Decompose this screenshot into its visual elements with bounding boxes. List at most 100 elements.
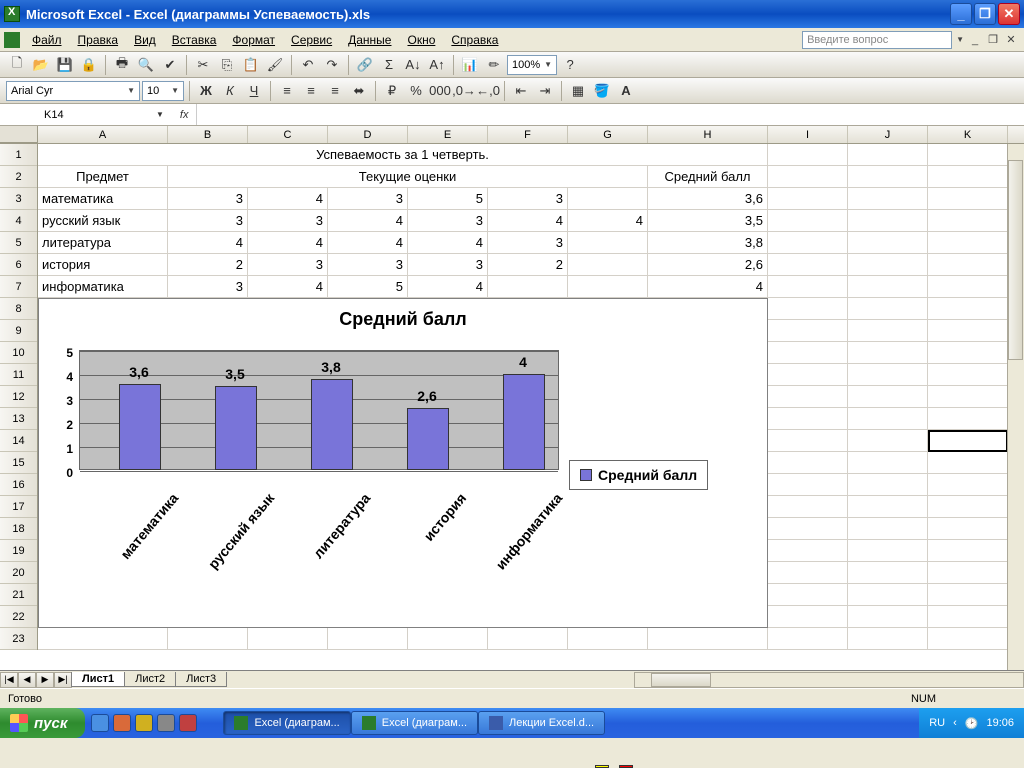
cell-D3[interactable]: 3 xyxy=(328,188,408,210)
help-icon[interactable]: ? xyxy=(559,54,581,76)
column-header-K[interactable]: K xyxy=(928,126,1008,143)
row-header-15[interactable]: 15 xyxy=(0,452,37,474)
undo-icon[interactable]: ↶ xyxy=(297,54,319,76)
menu-format[interactable]: Формат xyxy=(224,31,283,49)
cell-G4[interactable]: 4 xyxy=(568,210,648,232)
doc-minimize-button[interactable]: _ xyxy=(968,33,982,47)
cell-F5[interactable]: 3 xyxy=(488,232,568,254)
copy-icon[interactable]: ⎘ xyxy=(216,54,238,76)
cell-I12[interactable] xyxy=(768,386,848,408)
cell-J11[interactable] xyxy=(848,364,928,386)
row-header-6[interactable]: 6 xyxy=(0,254,37,276)
cell-H2[interactable]: Средний балл xyxy=(648,166,768,188)
cell-J2[interactable] xyxy=(848,166,928,188)
chart-wizard-icon[interactable]: 📊 xyxy=(459,54,481,76)
cell-I22[interactable] xyxy=(768,606,848,628)
cell-B2[interactable]: Текущие оценки xyxy=(168,166,648,188)
quick-launch-icon[interactable] xyxy=(91,714,109,732)
borders-icon[interactable]: ▦ xyxy=(567,80,589,102)
cell-I5[interactable] xyxy=(768,232,848,254)
increase-decimal-icon[interactable]: ,0→ xyxy=(453,80,475,102)
menu-edit[interactable]: Правка xyxy=(70,31,127,49)
formula-input[interactable] xyxy=(196,104,1024,125)
cell-K1[interactable] xyxy=(928,144,1008,166)
column-header-A[interactable]: A xyxy=(38,126,168,143)
taskbar-app-1[interactable]: Excel (диаграм... xyxy=(223,711,350,735)
horizontal-scrollbar[interactable] xyxy=(634,672,1024,688)
cell-F7[interactable] xyxy=(488,276,568,298)
cell-J7[interactable] xyxy=(848,276,928,298)
cell-A1[interactable]: Успеваемость за 1 четверть. xyxy=(38,144,768,166)
start-button[interactable]: пуск xyxy=(0,708,85,738)
menu-file[interactable]: Файл xyxy=(24,31,70,49)
cell-I4[interactable] xyxy=(768,210,848,232)
tab-nav-prev-icon[interactable]: ◀ xyxy=(18,672,36,688)
paste-icon[interactable]: 📋 xyxy=(240,54,262,76)
cell-K5[interactable] xyxy=(928,232,1008,254)
cell-D7[interactable]: 5 xyxy=(328,276,408,298)
redo-icon[interactable]: ↷ xyxy=(321,54,343,76)
cell-J4[interactable] xyxy=(848,210,928,232)
tab-nav-first-icon[interactable]: |◀ xyxy=(0,672,18,688)
cell-K21[interactable] xyxy=(928,584,1008,606)
cell-J9[interactable] xyxy=(848,320,928,342)
column-header-J[interactable]: J xyxy=(848,126,928,143)
italic-button[interactable]: К xyxy=(219,80,241,102)
cell-J18[interactable] xyxy=(848,518,928,540)
increase-indent-icon[interactable]: ⇥ xyxy=(534,80,556,102)
menu-tools[interactable]: Сервис xyxy=(283,31,340,49)
zoom-combo[interactable]: 100%▼ xyxy=(507,55,557,75)
column-header-E[interactable]: E xyxy=(408,126,488,143)
cell-G7[interactable] xyxy=(568,276,648,298)
cell-I10[interactable] xyxy=(768,342,848,364)
row-header-14[interactable]: 14 xyxy=(0,430,37,452)
cell-K6[interactable] xyxy=(928,254,1008,276)
column-header-I[interactable]: I xyxy=(768,126,848,143)
cell-H4[interactable]: 3,5 xyxy=(648,210,768,232)
cell-J10[interactable] xyxy=(848,342,928,364)
cell-I11[interactable] xyxy=(768,364,848,386)
cell-G23[interactable] xyxy=(568,628,648,650)
print-icon[interactable]: 🖶 xyxy=(111,54,133,76)
row-header-20[interactable]: 20 xyxy=(0,562,37,584)
cell-B4[interactable]: 3 xyxy=(168,210,248,232)
cell-I15[interactable] xyxy=(768,452,848,474)
tray-chevron-icon[interactable]: ‹ xyxy=(953,717,957,729)
cell-F6[interactable]: 2 xyxy=(488,254,568,276)
cell-C6[interactable]: 3 xyxy=(248,254,328,276)
column-header-H[interactable]: H xyxy=(648,126,768,143)
close-button[interactable]: ✕ xyxy=(998,3,1020,25)
open-icon[interactable]: 📂 xyxy=(30,54,52,76)
ask-dropdown-icon[interactable]: ▼ xyxy=(956,35,964,44)
cell-K11[interactable] xyxy=(928,364,1008,386)
font-combo[interactable]: Arial Cyr▼ xyxy=(6,81,140,101)
cell-E6[interactable]: 3 xyxy=(408,254,488,276)
cell-I2[interactable] xyxy=(768,166,848,188)
cell-K3[interactable] xyxy=(928,188,1008,210)
new-icon[interactable]: 🗋 xyxy=(6,54,28,76)
cell-I6[interactable] xyxy=(768,254,848,276)
taskbar-app-3[interactable]: Лекции Excel.d... xyxy=(478,711,605,735)
fx-icon[interactable]: fx xyxy=(172,109,197,121)
bold-button[interactable]: Ж xyxy=(195,80,217,102)
underline-button[interactable]: Ч xyxy=(243,80,265,102)
cell-K9[interactable] xyxy=(928,320,1008,342)
quick-launch-icon[interactable] xyxy=(135,714,153,732)
row-header-12[interactable]: 12 xyxy=(0,386,37,408)
cell-J22[interactable] xyxy=(848,606,928,628)
comma-icon[interactable]: 000 xyxy=(429,80,451,102)
column-header-D[interactable]: D xyxy=(328,126,408,143)
cell-I7[interactable] xyxy=(768,276,848,298)
cell-J5[interactable] xyxy=(848,232,928,254)
cell-A2[interactable]: Предмет xyxy=(38,166,168,188)
cell-K20[interactable] xyxy=(928,562,1008,584)
cell-J21[interactable] xyxy=(848,584,928,606)
cell-K17[interactable] xyxy=(928,496,1008,518)
cell-K18[interactable] xyxy=(928,518,1008,540)
cell-B6[interactable]: 2 xyxy=(168,254,248,276)
cell-D4[interactable]: 4 xyxy=(328,210,408,232)
cell-G6[interactable] xyxy=(568,254,648,276)
cell-E5[interactable]: 4 xyxy=(408,232,488,254)
row-header-5[interactable]: 5 xyxy=(0,232,37,254)
sheet-tab-2[interactable]: Лист2 xyxy=(124,672,176,687)
